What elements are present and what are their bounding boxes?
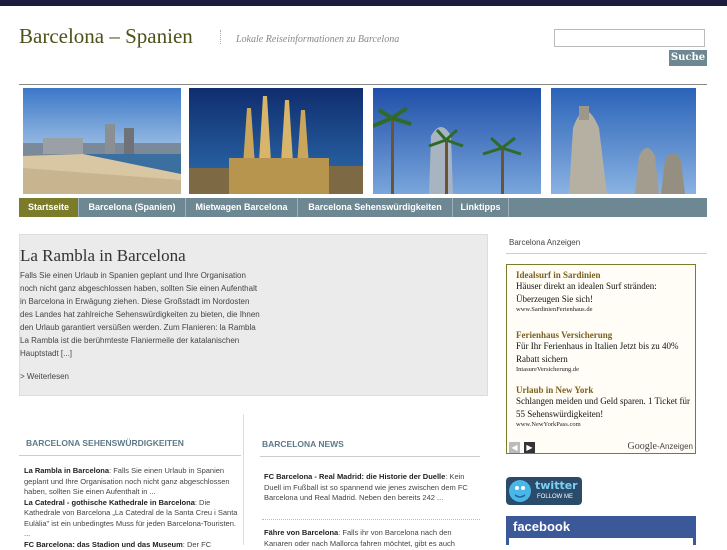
- post-title-link[interactable]: La Catedral - gothische Kathedrale in Ba…: [24, 498, 195, 507]
- ad-url[interactable]: IntasureVersicherung.de: [516, 366, 691, 373]
- main-nav: Startseite Barcelona (Spanien) Mietwagen…: [19, 198, 707, 217]
- hero-image-sagrada-familia: [189, 88, 363, 194]
- google-ads-suffix: -Anzeigen: [657, 442, 693, 451]
- facebook-label: facebook: [513, 519, 570, 534]
- news-heading-rule: [260, 456, 480, 457]
- ad-item[interactable]: Idealsurf in Sardinien Häuser direkt an …: [516, 270, 691, 313]
- featured-post: La Rambla in Barcelona Falls Sie einen U…: [19, 234, 488, 396]
- ad-item[interactable]: Ferienhaus Versicherung Für Ihr Ferienha…: [516, 330, 691, 373]
- news-post-list-2: Fähre von Barcelona: Falls ihr von Barce…: [264, 528, 478, 549]
- ads-heading: Barcelona Anzeigen: [509, 238, 580, 247]
- facebook-widget[interactable]: facebook: [506, 516, 696, 545]
- news-heading: BARCELONA NEWS: [262, 439, 478, 449]
- twitter-bird-icon: [506, 477, 534, 505]
- twitter-label: twitter: [535, 479, 578, 492]
- twitter-follow-button[interactable]: twitter FOLLOW ME: [506, 477, 582, 505]
- column-divider: [243, 414, 244, 545]
- read-more-link[interactable]: > Weiterlesen: [20, 372, 69, 381]
- google-ads-label[interactable]: Google-Anzeigen: [628, 441, 693, 452]
- news-post-list: FC Barcelona - Real Madrid: die Historie…: [264, 472, 478, 504]
- post-title-link[interactable]: Fähre von Barcelona: [264, 528, 338, 537]
- nav-item-mietwagen[interactable]: Mietwagen Barcelona: [186, 198, 298, 217]
- sights-heading-rule: [19, 455, 241, 456]
- list-item: FC Barcelona - Real Madrid: die Historie…: [264, 472, 478, 504]
- ad-title[interactable]: Ferienhaus Versicherung: [516, 330, 691, 340]
- news-post-separator: [262, 519, 480, 521]
- ad-item[interactable]: Urlaub in New York Schlangen meiden und …: [516, 385, 691, 428]
- search-button[interactable]: Suche: [669, 50, 707, 66]
- list-item: La Rambla in Barcelona: Falls Sie einen …: [24, 466, 242, 498]
- featured-post-title[interactable]: La Rambla in Barcelona: [20, 246, 186, 266]
- hero-image-gaudi-sculpture: [551, 88, 696, 194]
- search-input[interactable]: [554, 29, 705, 47]
- featured-post-excerpt: Falls Sie einen Urlaub in Spanien geplan…: [20, 269, 260, 360]
- post-title-link[interactable]: La Rambla in Barcelona: [24, 466, 109, 475]
- post-title-link[interactable]: FC Barcelona: das Stadion und das Museum: [24, 540, 183, 549]
- ad-text: Schlangen meiden und Geld sparen. 1 Tick…: [516, 395, 691, 421]
- top-bar: [0, 0, 727, 6]
- nav-item-startseite[interactable]: Startseite: [19, 198, 79, 217]
- sights-post-list: La Rambla in Barcelona: Falls Sie einen …: [24, 466, 242, 550]
- sights-heading: BARCELONA SEHENSWÜRDIGKEITEN: [26, 438, 242, 448]
- header-divider: [19, 84, 707, 85]
- facebook-widget-body: [509, 538, 693, 545]
- hero-image-torre-agbar: [373, 88, 541, 194]
- ad-next-icon[interactable]: ▶: [524, 442, 535, 453]
- hero-image-beach: [23, 88, 181, 194]
- post-excerpt: : Der FC: [183, 540, 211, 549]
- ad-text: Häuser direkt an idealen Surf stränden: …: [516, 280, 691, 306]
- list-item: La Catedral - gothische Kathedrale in Ba…: [24, 498, 242, 540]
- ad-prev-icon[interactable]: ◀: [509, 442, 520, 453]
- ad-title[interactable]: Idealsurf in Sardinien: [516, 270, 691, 280]
- twitter-follow-label: FOLLOW ME: [537, 494, 573, 500]
- title-separator: [220, 30, 222, 44]
- news-column: BARCELONA NEWS: [262, 439, 478, 449]
- site-title[interactable]: Barcelona – Spanien: [19, 24, 193, 49]
- ad-url[interactable]: www.NewYorkPass.com: [516, 421, 691, 428]
- ad-title[interactable]: Urlaub in New York: [516, 385, 691, 395]
- google-brand: Google: [628, 441, 657, 452]
- site-tagline: Lokale Reiseinformationen zu Barcelona: [236, 34, 399, 45]
- nav-item-barcelona-spanien[interactable]: Barcelona (Spanien): [79, 198, 186, 217]
- list-item: Fähre von Barcelona: Falls ihr von Barce…: [264, 528, 478, 549]
- ads-box: Idealsurf in Sardinien Häuser direkt an …: [506, 264, 696, 454]
- nav-item-sehenswuerdigkeiten[interactable]: Barcelona Sehenswürdigkeiten: [298, 198, 453, 217]
- ads-heading-rule: [506, 253, 707, 254]
- ad-text: Für Ihr Ferienhaus in Italien Jetzt bis …: [516, 340, 691, 366]
- sights-column: BARCELONA SEHENSWÜRDIGKEITEN: [26, 438, 242, 448]
- ad-url[interactable]: www.SardinienFerienhaus.de: [516, 306, 691, 313]
- nav-item-linktipps[interactable]: Linktipps: [453, 198, 509, 217]
- post-title-link[interactable]: FC Barcelona - Real Madrid: die Historie…: [264, 472, 445, 481]
